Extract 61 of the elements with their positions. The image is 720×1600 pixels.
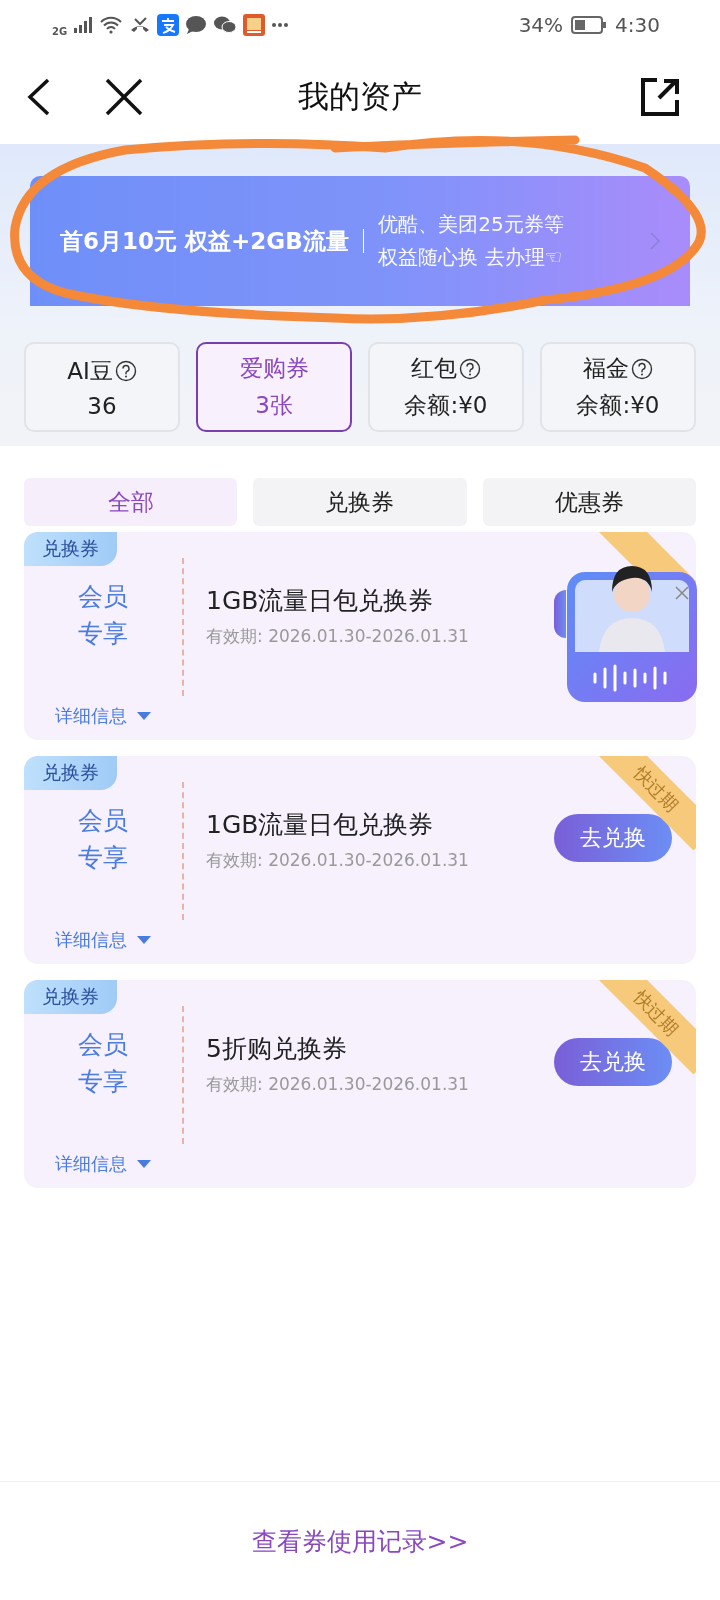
coupon-type-tag: 兑换券 [24, 532, 117, 566]
asset-label: 爱购券 [239, 354, 309, 383]
details-toggle[interactable]: 详细信息 [55, 704, 151, 728]
asset-label: 红包 [411, 354, 457, 383]
caret-down-icon [137, 936, 151, 944]
share-button[interactable] [640, 77, 680, 117]
member-label: 专享 [78, 842, 128, 874]
asset-tile[interactable]: 红包 余额:¥0 [368, 342, 524, 432]
coupon-type-tag: 兑换券 [24, 980, 117, 1014]
member-label: 会员 [78, 1029, 128, 1061]
signal-icon [73, 16, 94, 34]
member-label: 会员 [78, 581, 128, 613]
details-toggle[interactable]: 详细信息 [55, 1152, 151, 1176]
app-icon [157, 14, 180, 36]
asset-value: 36 [87, 392, 117, 419]
coupon-title: 1GB流量日包兑换券 [206, 809, 435, 841]
close-icon[interactable] [675, 586, 689, 600]
chevron-right-icon [650, 232, 660, 250]
banner-headline: 首6月10元 权益+2GB流量 [60, 226, 349, 256]
asset-label: 福金 [583, 354, 629, 383]
close-button[interactable] [104, 77, 144, 117]
chat-bubbles-icon [213, 15, 238, 35]
network-type: 2G [52, 25, 68, 37]
banner-text: 权益随心换 去办理☜ [378, 244, 564, 271]
app-icon [243, 14, 266, 36]
validity-date: 有效期: 2026.01.30-2026.01.31 [206, 1073, 469, 1096]
asset-tile[interactable]: 爱购券 3张 [196, 342, 352, 432]
member-label: 会员 [78, 805, 128, 837]
asset-value: 3张 [255, 391, 293, 420]
promo-banner[interactable]: 首6月10元 权益+2GB流量 优酷、美团25元券等 权益随心换 去办理☜ [30, 176, 690, 306]
asset-value: 余额:¥0 [404, 391, 488, 420]
battery-icon [571, 16, 608, 34]
coupon-title: 5折购兑换券 [206, 1033, 348, 1065]
asset-tile[interactable]: AI豆 36 [24, 342, 180, 432]
filter-tab[interactable]: 兑换券 [253, 478, 467, 526]
caret-down-icon [137, 712, 151, 720]
page-title: 我的资产 [298, 77, 422, 116]
filter-tab[interactable]: 全部 [24, 478, 238, 526]
asset-tile[interactable]: 福金 余额:¥0 [540, 342, 696, 432]
member-label: 专享 [78, 618, 128, 650]
redeem-button[interactable]: 去兑换 [554, 814, 672, 862]
coupon-title: 1GB流量日包兑换券 [206, 585, 435, 617]
validity-date: 有效期: 2026.01.30-2026.01.31 [206, 625, 469, 648]
coupon-type-tag: 兑换券 [24, 756, 117, 790]
chat-bubble-icon [185, 15, 208, 35]
asset-label: AI豆 [67, 356, 113, 386]
banner-text: 优酷、美团25元券等 [378, 211, 564, 238]
wifi-icon [99, 16, 124, 34]
details-toggle[interactable]: 详细信息 [55, 928, 151, 952]
redeem-button[interactable] [554, 590, 566, 638]
more-icon [271, 22, 290, 28]
battery-percent: 34% [518, 13, 564, 37]
usage-history-link[interactable]: 查看券使用记录>> [251, 1524, 469, 1558]
filter-tab[interactable]: 优惠券 [482, 478, 696, 526]
back-button[interactable] [26, 77, 52, 117]
asset-value: 余额:¥0 [576, 391, 660, 420]
redeem-button[interactable]: 去兑换 [554, 1038, 672, 1086]
validity-date: 有效期: 2026.01.30-2026.01.31 [206, 849, 469, 872]
clock-time: 4:30 [615, 13, 660, 37]
caret-down-icon [137, 1160, 151, 1168]
member-label: 专享 [78, 1066, 128, 1098]
